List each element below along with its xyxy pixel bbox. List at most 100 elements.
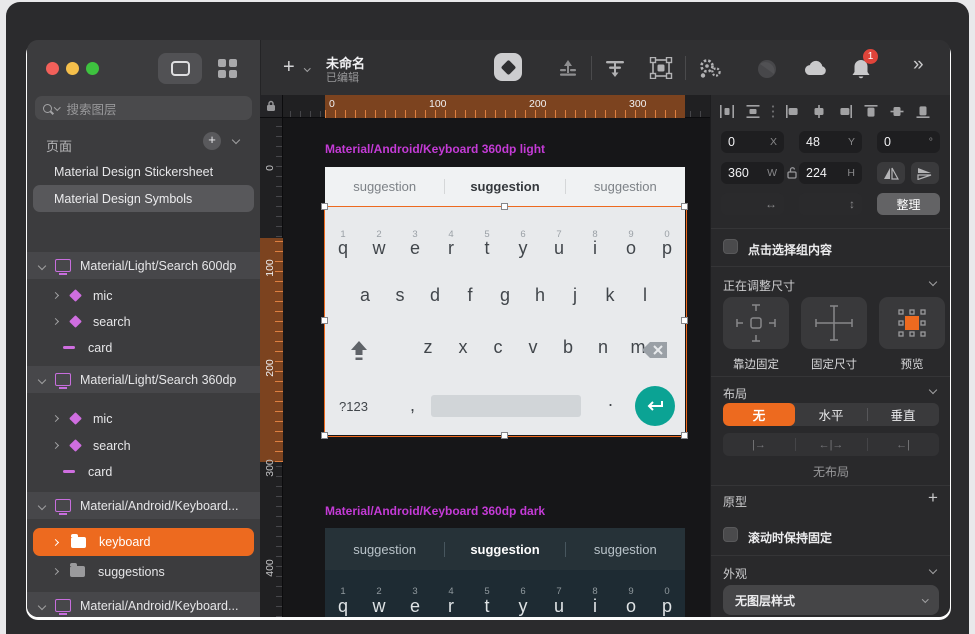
layer-row-group[interactable]: suggestions [27, 558, 260, 585]
vertical-ruler[interactable]: 0 100 200 300 400 [260, 118, 283, 617]
pin-to-edge-button[interactable] [723, 297, 789, 349]
y-position-field[interactable]: 48Y [799, 131, 862, 153]
key-letter[interactable]: q [325, 596, 361, 617]
suggestion-cell[interactable]: suggestion [445, 542, 565, 557]
keyboard-group-dark[interactable]: 1234567890 qwertyuiop [325, 570, 685, 617]
layer-row-symbol[interactable]: search [27, 308, 260, 335]
lock-ratio-icon[interactable] [787, 166, 797, 179]
resize-width-field[interactable]: ↔ [721, 193, 784, 215]
artboard-title-light[interactable]: Material/Android/Keyboard 360dp light [325, 142, 545, 156]
layer-search-field[interactable]: 搜索图层 [35, 96, 252, 120]
toolbar-overflow-button[interactable]: » [913, 54, 924, 76]
align-bottom-icon[interactable] [915, 104, 931, 119]
align-right-icon[interactable] [837, 104, 853, 119]
key-letter[interactable]: p [649, 596, 685, 617]
edit-selection-icon[interactable] [649, 57, 673, 79]
selection-outline[interactable] [324, 206, 687, 437]
distribute-horizontal-icon[interactable] [719, 104, 735, 119]
artboard-dark[interactable]: suggestion suggestion suggestion 1234567… [325, 528, 685, 617]
fixed-size-button[interactable] [801, 297, 867, 349]
chevron-down-icon[interactable] [38, 375, 46, 383]
layout-option-none[interactable]: 无 [723, 403, 795, 426]
suggestion-cell[interactable]: suggestion [445, 179, 565, 194]
add-page-button[interactable]: + [203, 132, 221, 150]
suggestion-bar-dark[interactable]: suggestion suggestion suggestion [325, 528, 685, 570]
create-symbol-button[interactable] [494, 53, 522, 81]
key-letter[interactable]: e [397, 596, 433, 617]
suggestion-cell[interactable]: suggestion [566, 542, 685, 557]
chevron-right-icon[interactable] [52, 415, 59, 422]
select-group-content-checkbox[interactable] [723, 239, 738, 254]
selection-handle[interactable] [321, 203, 328, 210]
fixed-on-scroll-checkbox[interactable] [723, 527, 738, 542]
pages-collapse-chevron-icon[interactable] [232, 136, 240, 144]
page-item[interactable]: Material Design Stickersheet [54, 165, 213, 179]
selection-handle[interactable] [681, 203, 688, 210]
distribute-vertical-icon[interactable] [745, 104, 761, 119]
key-letter[interactable]: t [469, 596, 505, 617]
insert-chevron-icon[interactable] [304, 65, 310, 71]
align-middle-vertical-icon[interactable] [889, 104, 905, 119]
components-view-toggle[interactable] [209, 53, 245, 84]
tidy-button[interactable]: 整理 [877, 193, 940, 215]
x-position-field[interactable]: 0X [721, 131, 784, 153]
layout-option-vertical[interactable]: 垂直 [867, 403, 939, 426]
flip-horizontal-button[interactable] [877, 162, 905, 184]
suggestion-bar-light[interactable]: suggestion suggestion suggestion [325, 167, 685, 207]
add-prototype-button[interactable]: + [928, 488, 938, 508]
layer-row-symbol[interactable]: mic [27, 405, 260, 432]
chevron-right-icon[interactable] [52, 442, 59, 449]
close-window-button[interactable] [46, 62, 59, 75]
resize-preview-button[interactable] [879, 297, 945, 349]
width-field[interactable]: 360W [721, 162, 784, 184]
layout-direction-center[interactable]: ←|→ [795, 433, 867, 456]
insert-button[interactable]: + [283, 56, 295, 79]
suggestion-cell[interactable]: suggestion [566, 179, 685, 194]
canvas[interactable]: Material/Android/Keyboard 360dp light su… [260, 95, 710, 617]
chevron-right-icon[interactable] [52, 318, 59, 325]
selection-handle[interactable] [681, 317, 688, 324]
resize-height-field[interactable]: ↕ [799, 193, 862, 215]
selection-handle[interactable] [321, 317, 328, 324]
chevron-right-icon[interactable] [52, 538, 59, 545]
layer-style-dropdown[interactable]: 无图层样式 [723, 585, 939, 615]
selection-handle[interactable] [681, 432, 688, 439]
plugins-gears-icon[interactable] [697, 57, 723, 81]
layer-row-symbol[interactable]: mic [27, 282, 260, 309]
layer-row-shape[interactable]: card [27, 334, 260, 361]
layer-row-artboard[interactable]: Material/Android/Keyboard... [27, 492, 260, 519]
key-letter[interactable]: w [361, 596, 397, 617]
layout-direction-right[interactable]: ←| [867, 433, 939, 456]
key-letter[interactable]: o [613, 596, 649, 617]
artboard-title-dark[interactable]: Material/Android/Keyboard 360dp dark [325, 504, 545, 518]
key-letter[interactable]: y [505, 596, 541, 617]
layer-row-artboard[interactable]: Material/Light/Search 360dp [27, 366, 260, 393]
ruler-corner[interactable] [260, 95, 283, 118]
layer-row-artboard[interactable]: Material/Light/Search 600dp [27, 252, 260, 279]
align-top-icon[interactable] [863, 104, 879, 119]
layout-collapse-chevron-icon[interactable] [929, 386, 937, 394]
selection-handle[interactable] [501, 432, 508, 439]
appearance-collapse-chevron-icon[interactable] [929, 566, 937, 574]
chevron-right-icon[interactable] [52, 568, 59, 575]
flip-vertical-button[interactable] [911, 162, 939, 184]
cloud-icon[interactable] [801, 57, 831, 81]
layer-row-selected-keyboard[interactable]: keyboard [33, 528, 254, 556]
layout-direction-left[interactable]: |→ [723, 433, 795, 456]
layer-row-artboard[interactable]: Material/Android/Keyboard... [27, 592, 260, 617]
rotation-field[interactable]: 0° [877, 131, 940, 153]
resizing-collapse-chevron-icon[interactable] [929, 278, 937, 286]
key-letter[interactable]: u [541, 596, 577, 617]
align-center-horizontal-icon[interactable] [811, 104, 827, 119]
minimize-window-button[interactable] [66, 62, 79, 75]
layers-view-toggle[interactable] [158, 53, 202, 84]
distribute-layers-icon[interactable] [603, 57, 627, 79]
chevron-down-icon[interactable] [38, 601, 46, 609]
horizontal-ruler[interactable]: 0 100 200 300 [260, 95, 710, 118]
suggestion-cell[interactable]: suggestion [325, 542, 445, 557]
layer-row-shape[interactable]: card [27, 458, 260, 485]
chevron-right-icon[interactable] [52, 292, 59, 299]
layer-row-symbol[interactable]: search [27, 432, 260, 459]
flip-vertical-icon[interactable] [557, 57, 579, 79]
layout-option-horizontal[interactable]: 水平 [795, 403, 867, 426]
